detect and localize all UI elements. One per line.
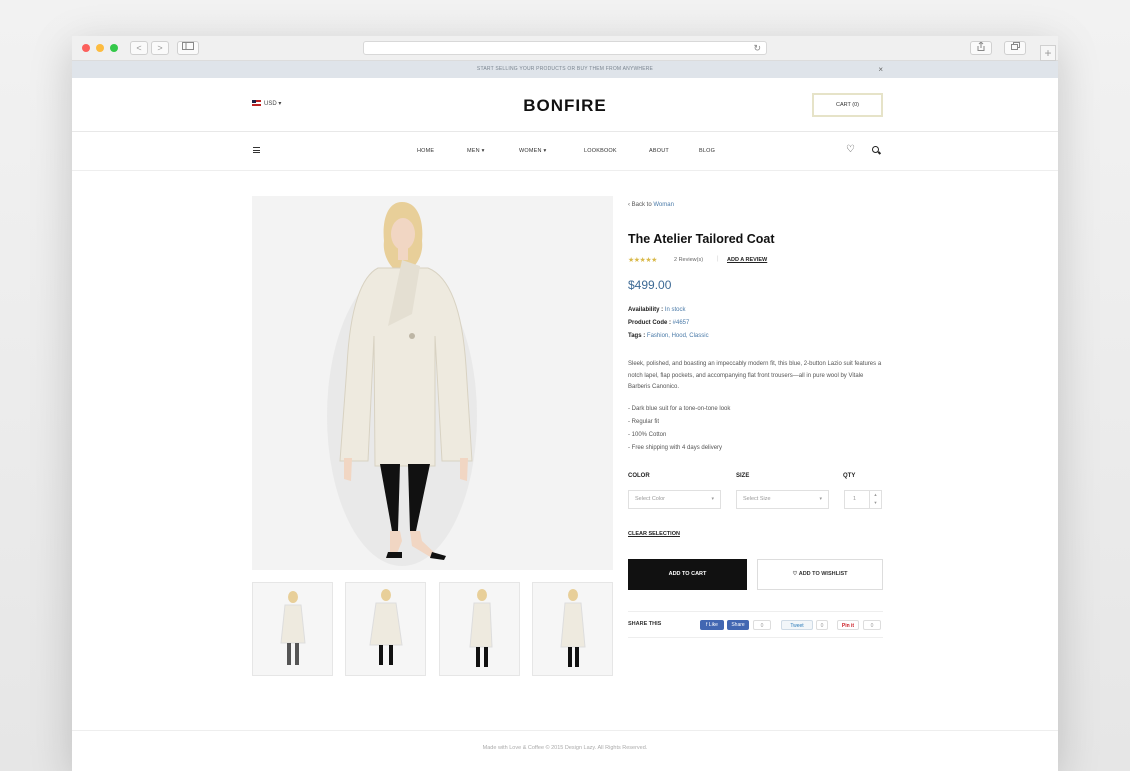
chevron-down-icon: ▾ [481, 148, 485, 154]
share-icon [977, 41, 985, 51]
thumbnail-image [469, 589, 493, 667]
feature-bullet: - Dark blue suit for a tone-on-tone look [628, 406, 731, 412]
forward-button[interactable]: > [151, 41, 169, 55]
address-bar[interactable]: ↻ [363, 41, 767, 55]
wishlist-heart-icon[interactable]: ♡ [846, 144, 855, 155]
breadcrumb-prefix: ‹ Back to [628, 202, 654, 208]
size-label: SIZE [736, 473, 750, 479]
tags-value[interactable]: Fashion, Hood, Classic [647, 333, 709, 339]
add-review-link[interactable]: ADD A REVIEW [727, 257, 767, 263]
nav-item-men-label: MEN [467, 148, 480, 154]
model-coat-illustration [327, 202, 477, 566]
chevron-down-icon: ▾ [819, 496, 822, 502]
share-browser-button[interactable] [970, 41, 992, 55]
footer-copyright: Made with Love & Coffee © 2015 Design La… [482, 745, 648, 751]
breadcrumb: ‹ Back to Woman [628, 202, 674, 208]
thumbnail-image [560, 589, 586, 667]
add-to-cart-button[interactable]: ADD TO CART [628, 559, 747, 590]
product-thumbnail[interactable] [252, 582, 333, 676]
search-icon[interactable] [872, 146, 879, 153]
cart-button[interactable]: CART (0) [812, 93, 883, 117]
sidebar-icon [182, 42, 194, 50]
qty-label: QTY [843, 473, 856, 479]
availability-label: Availability : [628, 307, 664, 313]
size-select-value: Select Size [743, 496, 771, 502]
tabs-button[interactable] [1004, 41, 1026, 55]
tabs-icon [1010, 42, 1020, 50]
nav-item-lookbook[interactable]: LOOKBOOK [584, 132, 617, 171]
main-nav: HOME MEN ▾ WOMEN ▾ LOOKBOOK ABOUT BLOG ♡ [72, 132, 1058, 171]
pin-it-button[interactable]: Pin it [837, 620, 859, 630]
tags-label: Tags : [628, 333, 646, 339]
review-separator: | [717, 256, 719, 262]
quantity-value: 1 [853, 496, 857, 502]
pin-count: 0 [863, 620, 881, 630]
availability-row: Availability : In stock [628, 307, 685, 313]
product-price: $499.00 [628, 278, 672, 292]
quantity-arrows-icon[interactable]: ▲ ▼ [869, 491, 881, 508]
clear-selection-link[interactable]: CLEAR SELECTION [628, 531, 680, 537]
sidebar-toggle-button[interactable] [177, 41, 199, 55]
color-label: COLOR [628, 473, 650, 479]
nav-item-men[interactable]: MEN ▾ [467, 132, 485, 171]
feature-bullet: - 100% Cotton [628, 432, 667, 438]
add-to-wishlist-button[interactable]: ♡ ADD TO WISHLIST [757, 559, 883, 590]
site-logo[interactable]: BONFIRE [72, 96, 1058, 116]
maximize-window-icon[interactable] [110, 44, 118, 52]
facebook-like-button[interactable]: f Like [700, 620, 724, 630]
browser-window: < > ↻ + START SELLING YOUR PRODUCTS OR B… [72, 36, 1058, 771]
chevron-down-icon: ▾ [711, 496, 714, 502]
breadcrumb-link-woman[interactable]: Woman [653, 202, 674, 208]
chevron-down-icon: ▾ [543, 148, 547, 154]
thumbnail-image [280, 591, 306, 665]
thumbnail-image [369, 589, 403, 665]
promo-banner: START SELLING YOUR PRODUCTS OR BUY THEM … [72, 61, 1058, 78]
close-window-icon[interactable] [82, 44, 90, 52]
product-thumbnail[interactable] [532, 582, 613, 676]
back-button[interactable]: < [130, 41, 148, 55]
footer-divider [72, 730, 1058, 731]
quantity-stepper[interactable]: 1 ▲ ▼ [844, 490, 882, 509]
nav-item-about[interactable]: ABOUT [649, 132, 669, 171]
browser-toolbar: < > ↻ + [72, 36, 1058, 61]
tweet-button[interactable]: Tweet [781, 620, 813, 630]
product-code-label: Product Code : [628, 320, 671, 326]
reload-icon[interactable]: ↻ [753, 42, 761, 55]
color-select-value: Select Color [635, 496, 665, 502]
feature-bullet: - Free shipping with 4 days delivery [628, 445, 723, 451]
heart-icon: ♡ [792, 571, 798, 577]
nav-item-women-label: WOMEN [519, 148, 542, 154]
nav-item-home[interactable]: HOME [417, 132, 434, 171]
size-select[interactable]: Select Size ▾ [736, 490, 829, 509]
minimize-window-icon[interactable] [96, 44, 104, 52]
nav-item-blog[interactable]: BLOG [699, 132, 715, 171]
availability-value: In stock [664, 307, 686, 313]
feature-bullet: - Regular fit [628, 419, 660, 425]
close-banner-icon[interactable]: × [878, 61, 883, 78]
product-thumbnail[interactable] [345, 582, 426, 676]
divider [628, 611, 883, 612]
menu-icon[interactable] [253, 147, 260, 153]
product-description: Sleek, polished, and boasting an impecca… [628, 361, 882, 390]
facebook-count: 0 [753, 620, 771, 630]
tags-row: Tags : Fashion, Hood, Classic [628, 333, 709, 339]
rating-stars: ★★★★★ [628, 257, 657, 264]
product-code-value: #4657 [672, 320, 690, 326]
promo-banner-text: START SELLING YOUR PRODUCTS OR BUY THEM … [476, 66, 654, 72]
new-tab-button[interactable]: + [1040, 45, 1056, 61]
product-title: The Atelier Tailored Coat [628, 232, 775, 246]
divider [628, 637, 883, 638]
product-main-image[interactable] [252, 196, 613, 570]
review-count[interactable]: 2 Review(s) [674, 257, 703, 263]
share-label: SHARE THIS [628, 621, 662, 627]
product-code-row: Product Code : #4657 [628, 320, 689, 326]
facebook-share-button[interactable]: Share [727, 620, 749, 630]
add-to-wishlist-label: ADD TO WISHLIST [798, 571, 848, 577]
tweet-count: 0 [816, 620, 828, 630]
color-select[interactable]: Select Color ▾ [628, 490, 721, 509]
nav-item-women[interactable]: WOMEN ▾ [519, 132, 546, 171]
product-thumbnail[interactable] [439, 582, 520, 676]
site-header: USD ▾ BONFIRE CART (0) [72, 78, 1058, 132]
